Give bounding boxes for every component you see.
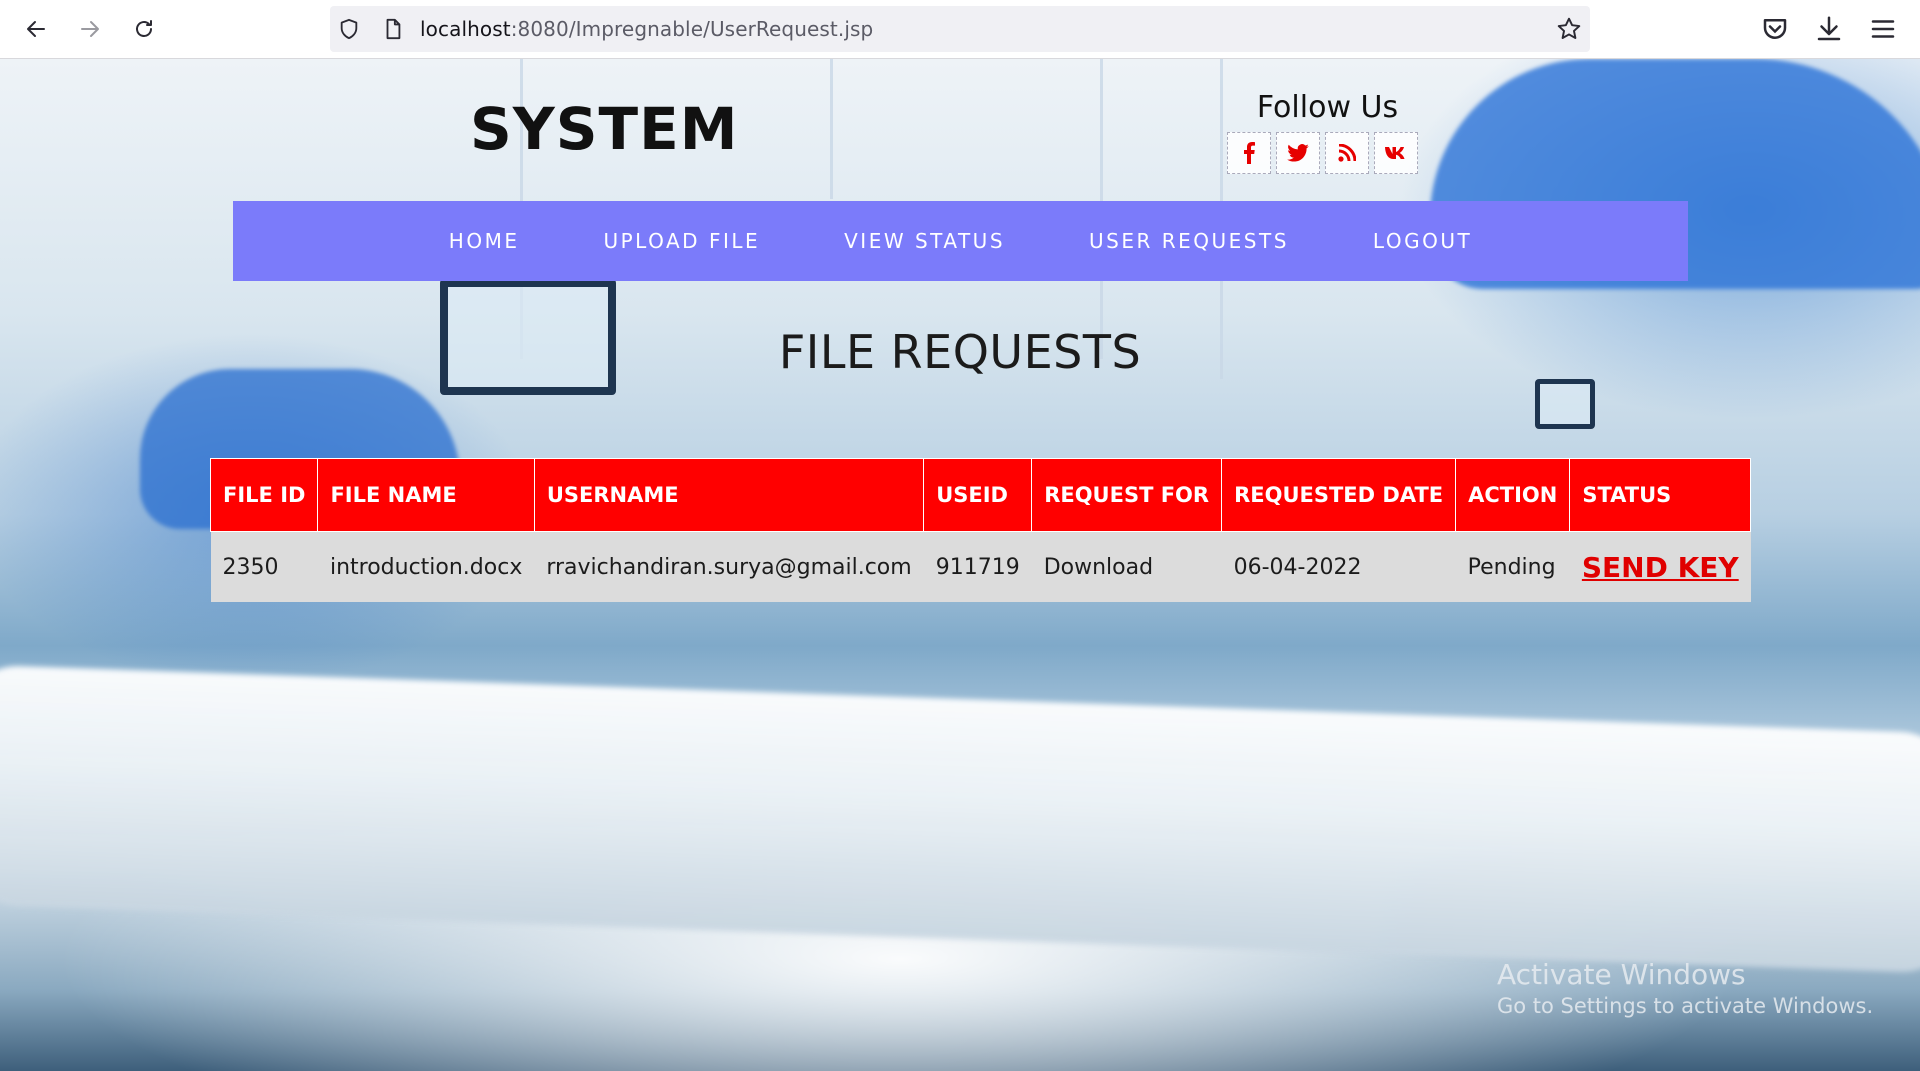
header-file-name: FILE NAME (317, 458, 535, 532)
table-header-row: FILE ID FILE NAME USERNAME USEID REQUEST… (209, 458, 1752, 532)
activate-windows-title: Activate Windows (1497, 958, 1746, 991)
shield-icon[interactable] (338, 18, 360, 40)
nav-view-status[interactable]: VIEW STATUS (844, 229, 1005, 253)
nav-logout[interactable]: LOGOUT (1373, 229, 1472, 253)
reload-button[interactable] (125, 10, 163, 48)
header-requested-date: REQUESTED DATE (1221, 458, 1457, 532)
cell-request-for: Download (1031, 531, 1222, 602)
facebook-icon[interactable] (1227, 132, 1271, 174)
forward-button[interactable] (71, 10, 109, 48)
reload-icon (136, 20, 152, 37)
platform-decoration (0, 664, 1920, 974)
monitor-decoration (1535, 379, 1595, 429)
pocket-icon[interactable] (1760, 14, 1790, 44)
browser-toolbar: localhost:8080/Impregnable/UserRequest.j… (0, 0, 1920, 59)
activate-windows-subtitle: Go to Settings to activate Windows. (1497, 994, 1874, 1018)
url-text[interactable]: localhost:8080/Impregnable/UserRequest.j… (420, 17, 873, 41)
forward-arrow-icon (81, 21, 99, 37)
menu-icon[interactable] (1868, 14, 1898, 44)
table-row: 2350 introduction.docx rravichandiran.su… (210, 531, 1751, 602)
main-navigation: HOME UPLOAD FILE VIEW STATUS USER REQUES… (233, 201, 1688, 281)
header-request-for: REQUEST FOR (1031, 458, 1223, 532)
url-host: localhost (420, 17, 511, 41)
send-key-link[interactable]: SEND KEY (1582, 551, 1739, 584)
cell-action: Pending (1455, 531, 1570, 602)
hanging-wire (830, 59, 833, 199)
back-button[interactable] (17, 10, 55, 48)
header-status: STATUS (1569, 458, 1752, 532)
cell-file-id: 2350 (210, 531, 318, 602)
nav-home[interactable]: HOME (449, 229, 520, 253)
address-bar[interactable]: localhost:8080/Impregnable/UserRequest.j… (330, 6, 1590, 52)
bookmark-star-icon[interactable] (1556, 16, 1582, 42)
nav-upload-file[interactable]: UPLOAD FILE (603, 229, 760, 253)
header-username: USERNAME (533, 458, 925, 532)
header-file-id: FILE ID (209, 458, 319, 532)
cell-username: rravichandiran.surya@gmail.com (534, 531, 924, 602)
vk-icon[interactable] (1374, 132, 1418, 174)
nav-user-requests[interactable]: USER REQUESTS (1089, 229, 1289, 253)
cell-useid: 911719 (923, 531, 1032, 602)
twitter-icon[interactable] (1276, 132, 1320, 174)
site-title: SYSTEM (470, 95, 739, 163)
page-heading: FILE REQUESTS (778, 325, 1142, 379)
url-path: :8080/Impregnable/UserRequest.jsp (510, 17, 874, 41)
cell-requested-date: 06-04-2022 (1221, 531, 1456, 602)
page-icon[interactable] (382, 17, 404, 41)
header-action: ACTION (1455, 458, 1571, 532)
cell-file-name: introduction.docx (317, 531, 535, 602)
rss-icon[interactable] (1325, 132, 1369, 174)
social-links (1227, 132, 1418, 174)
header-useid: USEID (923, 458, 1033, 532)
file-requests-table: FILE ID FILE NAME USERNAME USEID REQUEST… (209, 458, 1752, 602)
follow-us-label: Follow Us (1256, 90, 1399, 125)
back-arrow-icon (27, 21, 45, 37)
cell-status: SEND KEY (1569, 531, 1751, 602)
download-icon[interactable] (1814, 14, 1844, 44)
